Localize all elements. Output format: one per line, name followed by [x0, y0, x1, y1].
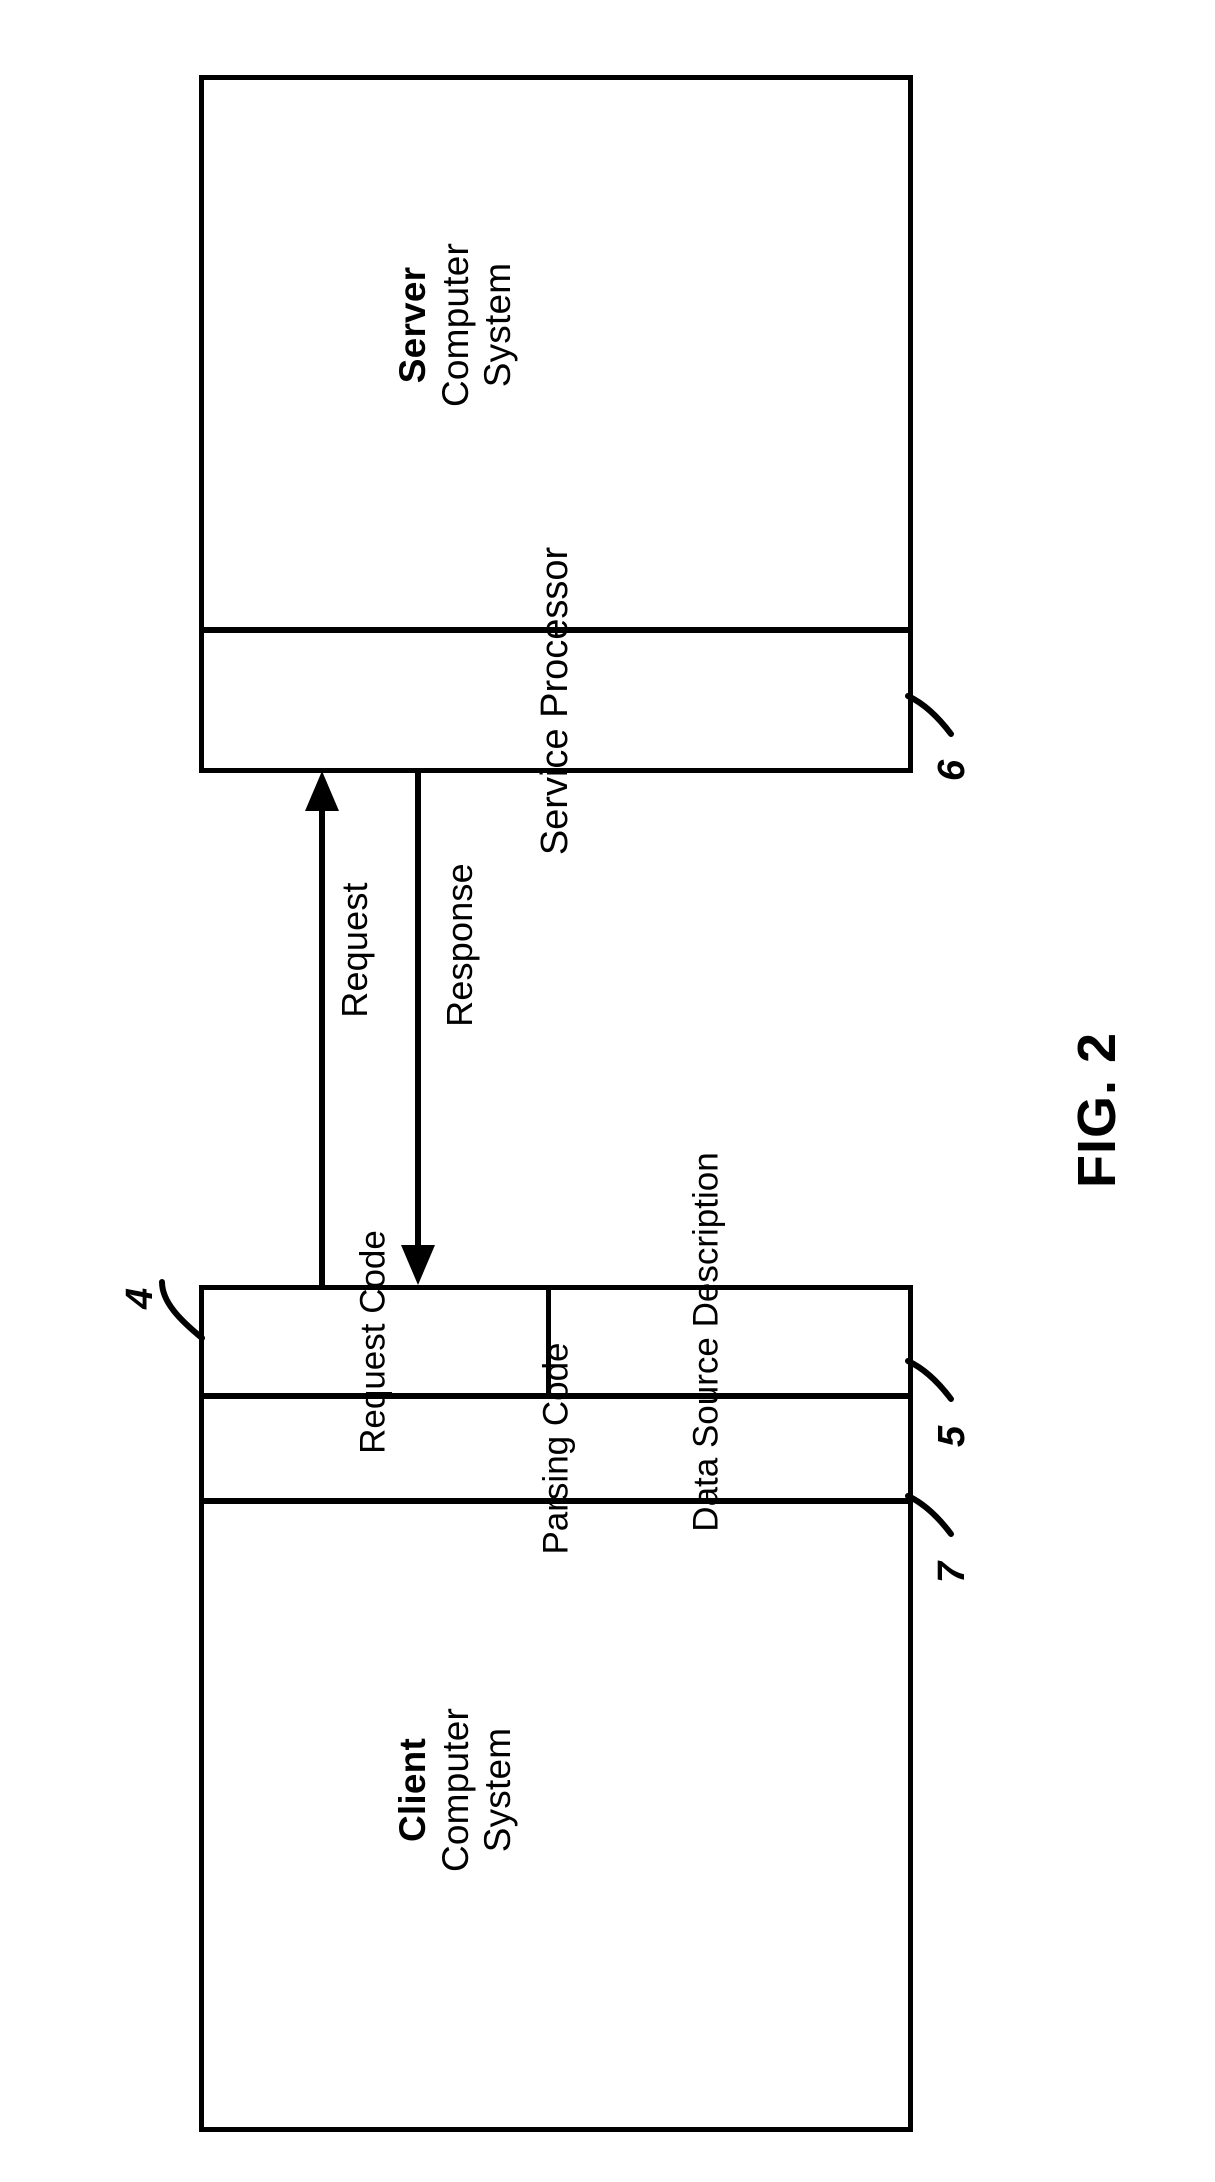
data-source-description-label: Data Source Description	[653, 1152, 761, 1531]
request-label: Request	[334, 850, 376, 1050]
response-label: Response	[439, 830, 481, 1060]
client-title-line1: Client	[391, 1738, 433, 1842]
service-processor-label: Service Processor	[484, 461, 628, 941]
response-label-text: Response	[439, 863, 481, 1027]
client-title-line2: Computer	[434, 1707, 476, 1873]
figure-caption: FIG. 2	[1067, 1031, 1127, 1189]
reference-numeral-7: 7	[931, 1561, 973, 1583]
request-code-text: Request Code	[353, 1230, 393, 1454]
reference-numeral-5: 5	[931, 1425, 973, 1447]
reference-numeral-6: 6	[931, 759, 973, 781]
service-processor-text: Service Processor	[534, 546, 577, 856]
server-title-line2: Computer	[434, 242, 476, 408]
data-source-line2: Description	[686, 1152, 726, 1328]
request-arrow-head	[305, 771, 339, 811]
reference-numeral-4: 4	[119, 1287, 161, 1309]
response-arrow-shaft	[415, 773, 421, 1248]
request-code-label: Request Code	[322, 1206, 426, 1479]
data-source-line1: Data Source	[686, 1337, 726, 1532]
server-title-line1: Server	[391, 266, 433, 384]
client-title: Client Computer System	[306, 1590, 606, 1990]
request-label-text: Request	[334, 882, 376, 1018]
server-title-line3: System	[477, 262, 519, 388]
client-title-line3: System	[477, 1727, 519, 1853]
parsing-code-text: Parsing Code	[536, 1342, 575, 1555]
patent-figure-canvas: Server Computer System Service Processor…	[0, 0, 1215, 2182]
